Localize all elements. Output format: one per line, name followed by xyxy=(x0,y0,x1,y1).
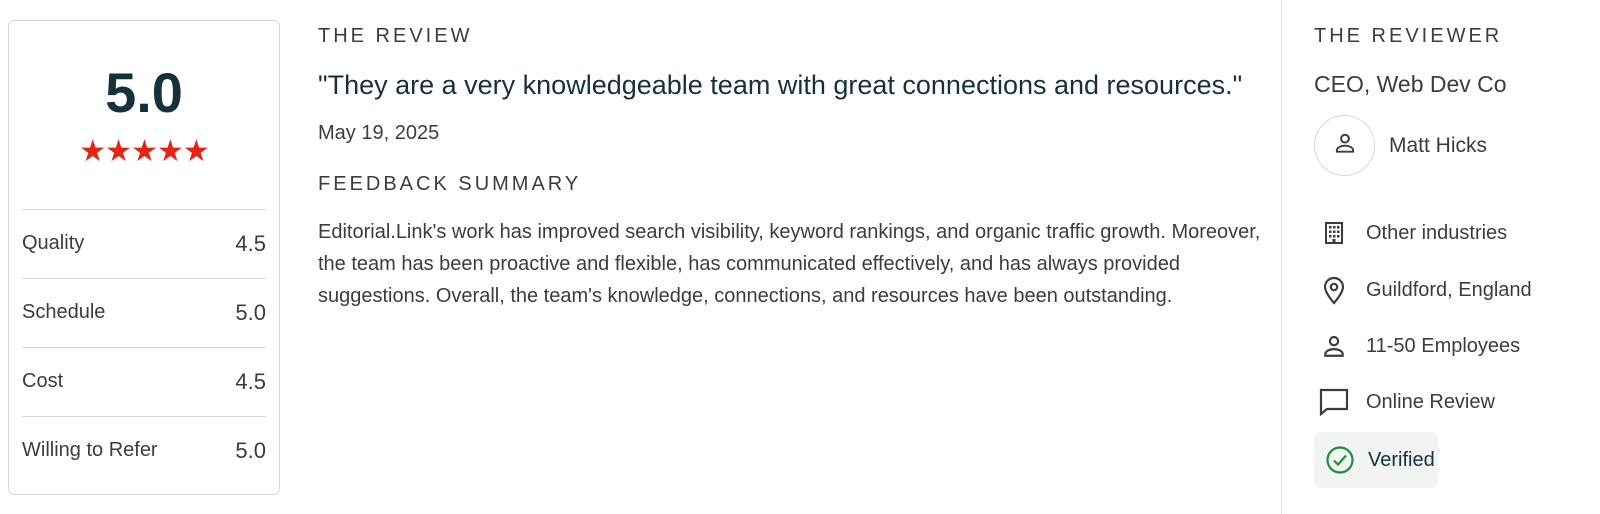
reviewer-name: Matt Hicks xyxy=(1389,134,1488,157)
review-date: May 19, 2025 xyxy=(318,122,440,144)
reviewer-heading: THE REVIEWER xyxy=(1314,25,1503,47)
avatar xyxy=(1314,115,1375,176)
reviewer-company-size: 11-50 Employees xyxy=(1314,326,1520,366)
person-icon xyxy=(1332,130,1358,161)
reviewer-location: Guildford, England xyxy=(1314,270,1532,310)
score-row-schedule: Schedule 5.0 xyxy=(22,278,266,346)
star-rating: ★★★★★ xyxy=(79,135,209,168)
column-divider xyxy=(1281,0,1282,514)
review-type-text: Online Review xyxy=(1366,390,1495,413)
feedback-summary-heading: FEEDBACK SUMMARY xyxy=(318,173,582,195)
score-value: 5.0 xyxy=(235,437,266,463)
reviewer-industry: Other industries xyxy=(1314,213,1507,253)
industry-text: Other industries xyxy=(1366,221,1508,244)
score-row-willing-to-refer: Willing to Refer 5.0 xyxy=(22,416,266,484)
score-label: Willing to Refer xyxy=(22,439,158,461)
score-row-cost: Cost 4.5 xyxy=(22,347,266,415)
score-label: Cost xyxy=(22,370,64,392)
person-icon xyxy=(1314,326,1354,366)
location-pin-icon xyxy=(1314,270,1354,310)
score-label: Quality xyxy=(22,232,85,254)
review-quote: "They are a very knowledgeable team with… xyxy=(318,70,1243,100)
overall-score: 5.0 xyxy=(105,61,183,124)
score-label: Schedule xyxy=(22,301,106,323)
location-text: Guildford, England xyxy=(1366,278,1532,301)
verified-badge: Verified xyxy=(1314,432,1438,488)
score-value: 5.0 xyxy=(235,299,266,325)
reviewer-review-type: Online Review xyxy=(1314,382,1495,422)
feedback-summary-text: Editorial.Link's work has improved searc… xyxy=(318,221,1261,307)
rating-card: 5.0 ★★★★★ Quality 4.5 Schedule 5.0 Cost … xyxy=(8,20,280,495)
company-size-text: 11-50 Employees xyxy=(1366,334,1521,357)
building-icon xyxy=(1314,213,1354,253)
review-heading: THE REVIEW xyxy=(318,25,473,47)
chat-bubble-icon xyxy=(1314,382,1354,422)
verified-text: Verified xyxy=(1368,448,1435,471)
check-circle-icon xyxy=(1320,440,1360,480)
score-row-quality: Quality 4.5 xyxy=(22,209,266,277)
score-value: 4.5 xyxy=(235,230,266,256)
score-value: 4.5 xyxy=(235,368,266,394)
reviewer-title: CEO, Web Dev Co xyxy=(1314,71,1507,97)
